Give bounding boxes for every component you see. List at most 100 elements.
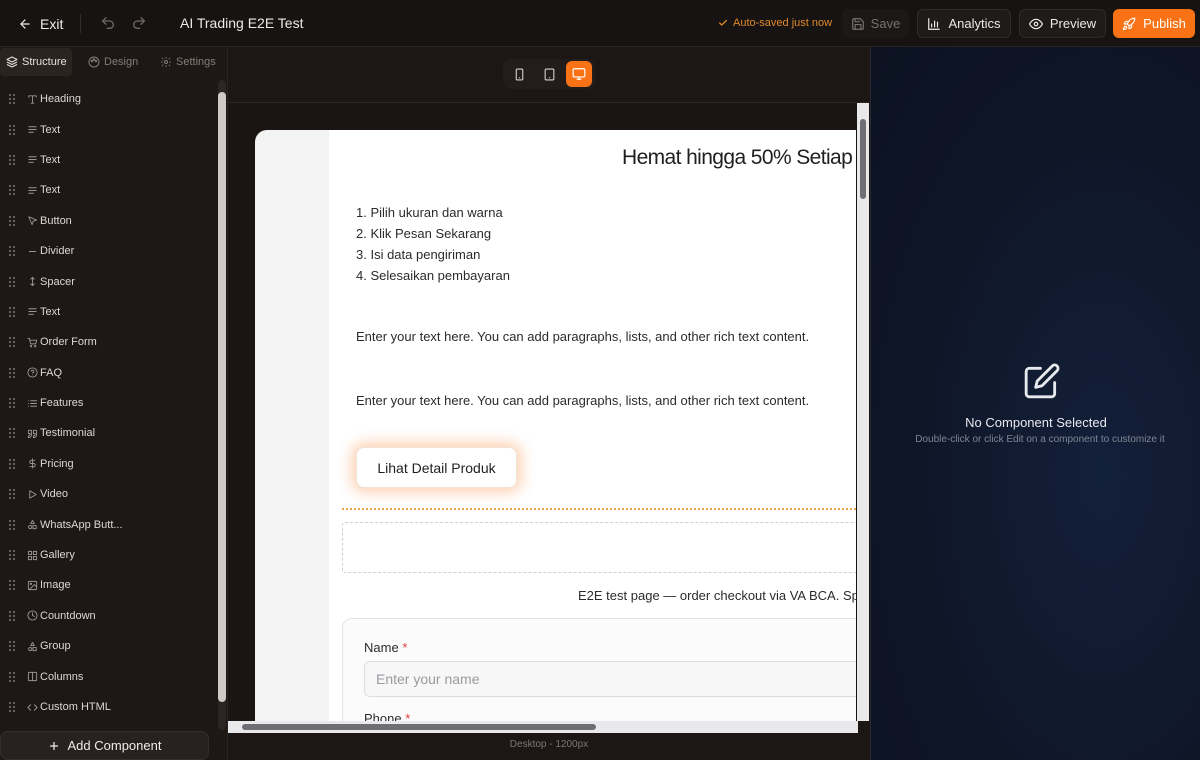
drag-handle-icon[interactable] [0,458,24,470]
drag-handle-icon[interactable] [0,367,24,379]
drag-handle-icon[interactable] [0,276,24,288]
sidebar-item-label: Testimonial [40,427,96,440]
sidebar-scrollbar[interactable] [218,80,226,730]
sidebar-item-heading[interactable]: Heading [0,84,214,114]
canvas-viewport[interactable]: Hemat hingga 50% Setiap B 1. Pilih ukura… [228,102,870,733]
sidebar-item-divider[interactable]: Divider [0,236,214,266]
e2e-description-text[interactable]: E2E test page — order checkout via VA BC… [578,588,856,603]
columns-icon [24,671,40,682]
drag-handle-icon[interactable] [0,397,24,409]
sidebar-item-label: Text [40,153,61,166]
exit-button[interactable]: Exit [10,9,71,38]
drag-handle-icon[interactable] [0,549,24,561]
sidebar-item-features[interactable]: Features [0,388,214,418]
save-button[interactable]: Save [842,9,909,38]
sidebar-item-text[interactable]: Text [0,114,214,144]
drag-handle-icon[interactable] [0,93,24,105]
add-component-button[interactable]: Add Component [0,731,209,760]
sidebar-item-text[interactable]: Text [0,145,214,175]
drag-handle-icon[interactable] [0,306,24,318]
device-desktop-button[interactable] [566,61,592,87]
play-icon [24,489,40,500]
sidebar-item-order-form[interactable]: Order Form [0,327,214,357]
vertical-scrollbar-thumb[interactable] [860,119,866,199]
sidebar-item-whatsapp-butt[interactable]: WhatsApp Butt... [0,509,214,539]
drag-handle-icon[interactable] [0,640,24,652]
image-icon [24,580,40,591]
analytics-button[interactable]: Analytics [917,9,1011,38]
sidebar-item-custom-html[interactable]: Custom HTML [0,692,214,722]
product-detail-button[interactable]: Lihat Detail Produk [356,447,517,488]
drag-handle-icon[interactable] [0,336,24,348]
sidebar-item-columns[interactable]: Columns [0,661,214,691]
name-input[interactable]: Enter your name [364,661,856,697]
sidebar-item-image[interactable]: Image [0,570,214,600]
text-paragraph-1[interactable]: Enter your text here. You can add paragr… [356,329,809,344]
required-mark: * [402,640,408,655]
drag-handle-icon[interactable] [0,124,24,136]
drag-handle-icon[interactable] [0,245,24,257]
sidebar-item-label: Text [40,305,61,318]
text-paragraph-2[interactable]: Enter your text here. You can add paragr… [356,393,809,408]
sidebar-item-label: Video [40,488,68,501]
canvas-horizontal-scrollbar[interactable] [228,721,858,733]
sidebar-scrollbar-thumb[interactable] [218,92,226,702]
page-title: AI Trading E2E Test [180,15,304,31]
step-item: 4. Selesaikan pembayaran [356,268,510,283]
page-content: Hemat hingga 50% Setiap B 1. Pilih ukura… [329,130,856,721]
sidebar-item-text[interactable]: Text [0,297,214,327]
sidebar-item-label: Gallery [40,549,75,562]
publish-button[interactable]: Publish [1113,9,1195,38]
sidebar-item-label: Custom HTML [40,701,111,713]
undo-icon [102,17,114,29]
edit-square-icon [1023,362,1061,400]
sidebar-item-group[interactable]: Group [0,631,214,661]
sidebar-item-faq[interactable]: FAQ [0,358,214,388]
drag-handle-icon[interactable] [0,579,24,591]
drag-handle-icon[interactable] [0,184,24,196]
autosave-status: Auto-saved just now [718,17,832,29]
drag-handle-icon[interactable] [0,488,24,500]
sidebar-item-spacer[interactable]: Spacer [0,266,214,296]
sidebar-item-countdown[interactable]: Countdown [0,601,214,631]
sidebar-item-gallery[interactable]: Gallery [0,540,214,570]
phone-label-text: Phone [364,711,402,721]
drag-handle-icon[interactable] [0,519,24,531]
spacer-block[interactable] [342,522,856,573]
sidebar-item-label: Text [40,184,61,197]
device-mobile-button[interactable] [506,61,532,87]
sidebar-item-label: Heading [40,93,81,106]
canvas-vertical-scrollbar[interactable] [857,103,869,721]
drag-handle-icon[interactable] [0,215,24,227]
tab-settings[interactable]: Settings [160,48,216,76]
sidebar-item-text[interactable]: Text [0,175,214,205]
shapes-icon [24,641,40,652]
drag-handle-icon[interactable] [0,701,24,713]
sidebar-item-video[interactable]: Video [0,479,214,509]
exit-label: Exit [40,15,64,32]
tab-design[interactable]: Design [88,48,138,76]
device-tablet-button[interactable] [536,61,562,87]
redo-button[interactable] [131,15,147,31]
drag-handle-icon[interactable] [0,427,24,439]
editor-canvas: Hemat hingga 50% Setiap B 1. Pilih ukura… [228,47,870,760]
steps-text[interactable]: 1. Pilih ukuran dan warna 2. Klik Pesan … [356,202,510,286]
tab-structure[interactable]: Structure [0,48,72,76]
undo-button[interactable] [100,15,116,31]
sidebar-item-testimonial[interactable]: Testimonial [0,418,214,448]
phone-field-label: Phone * [364,711,410,721]
page-heading[interactable]: Hemat hingga 50% Setiap B [622,146,856,170]
order-form[interactable]: Name * Enter your name Phone * [342,618,856,721]
preview-button[interactable]: Preview [1019,9,1106,38]
drag-handle-icon[interactable] [0,154,24,166]
sidebar-item-button[interactable]: Button [0,206,214,236]
drag-handle-icon[interactable] [0,671,24,683]
horizontal-scrollbar-thumb[interactable] [242,724,596,730]
sidebar-item-pricing[interactable]: Pricing [0,449,214,479]
drag-handle-icon[interactable] [0,610,24,622]
sidebar-item-label: WhatsApp Butt... [40,518,123,531]
properties-panel: No Component Selected Double-click or cl… [870,47,1200,760]
sidebar-item-label: Divider [40,245,75,258]
sidebar-item-label: Columns [40,670,84,683]
divider-block[interactable] [342,508,856,510]
